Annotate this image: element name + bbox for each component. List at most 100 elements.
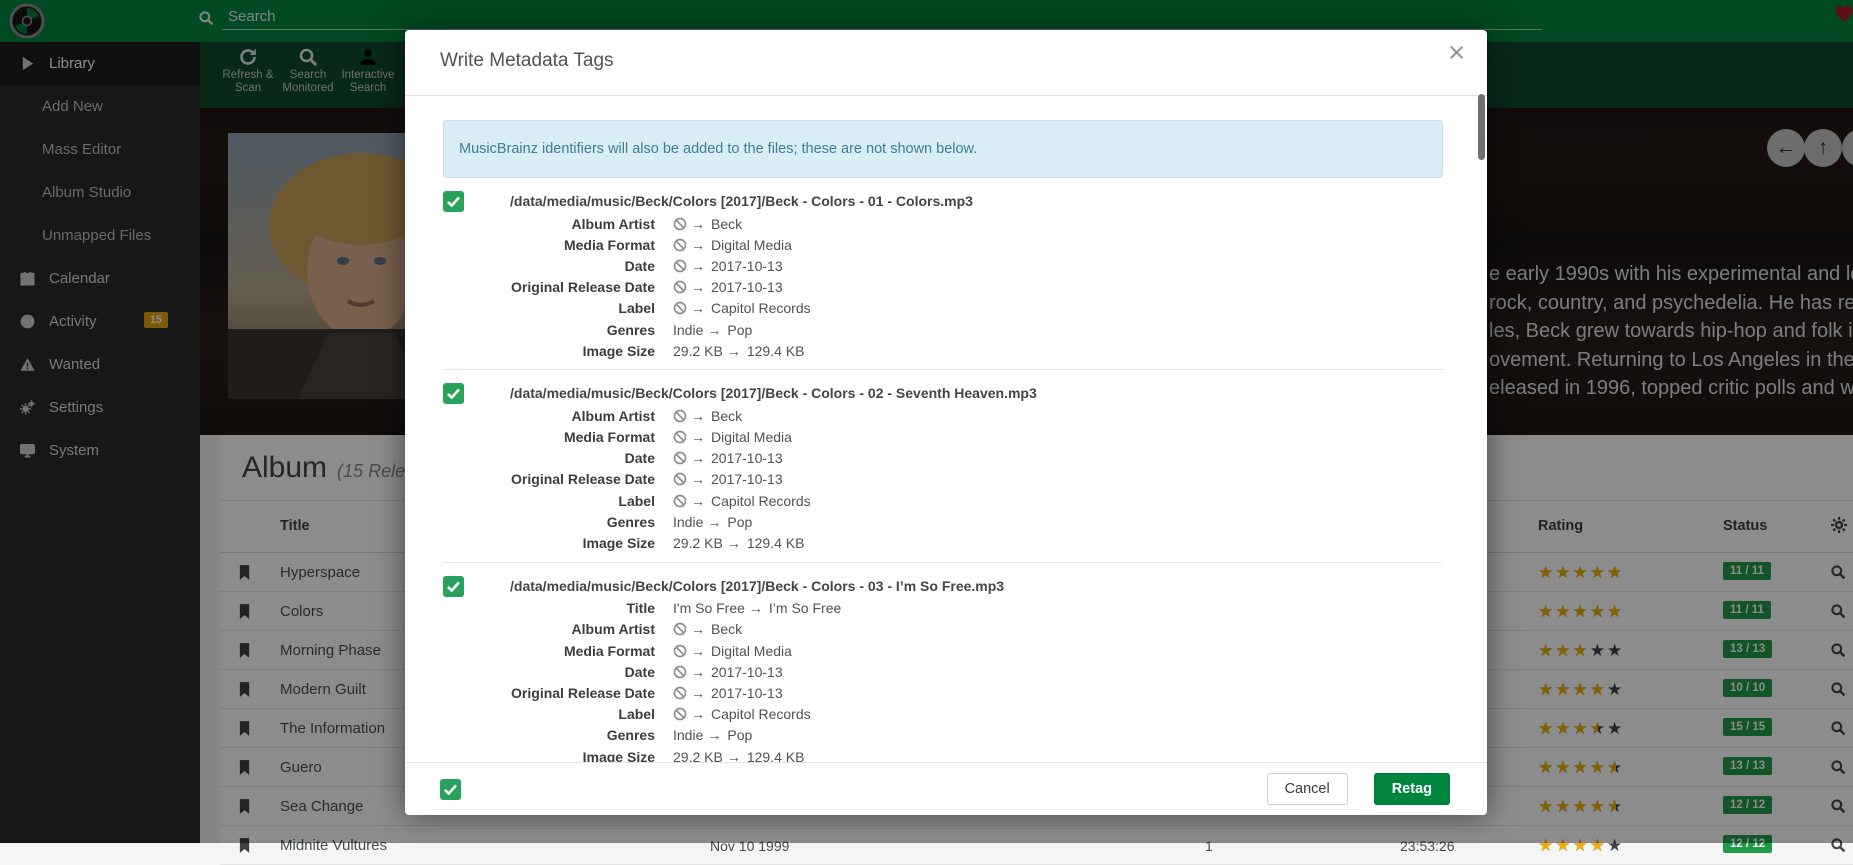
tag-change-row: Album Artist→Beck bbox=[443, 619, 1443, 640]
tag-label: Media Format bbox=[443, 643, 655, 659]
tag-change-row: Original Release Date→2017-10-13 bbox=[443, 682, 1443, 703]
tag-change-row: Album Artist →Beck bbox=[443, 405, 1443, 426]
new-value: Pop bbox=[727, 514, 752, 530]
new-value: 129.4 KB bbox=[747, 749, 805, 762]
close-icon[interactable]: × bbox=[1448, 39, 1465, 68]
tag-label: Album Artist bbox=[443, 408, 655, 424]
retag-button[interactable]: Retag bbox=[1374, 773, 1450, 805]
tag-change-row: Date →2017-10-13 bbox=[443, 661, 1443, 682]
old-value: 29.2 KB bbox=[673, 343, 723, 359]
tag-label: Album Artist bbox=[443, 216, 655, 232]
tag-label: Label bbox=[443, 493, 655, 509]
tag-value-change: →2017-10-13 bbox=[673, 471, 783, 487]
tag-value-change: Indie→Pop bbox=[673, 727, 752, 743]
tag-value-change: →Beck bbox=[673, 216, 742, 232]
tag-label: Image Size bbox=[443, 749, 655, 762]
tag-label: Date bbox=[443, 450, 655, 466]
tag-value-change: →Capitol Records bbox=[673, 300, 811, 316]
tag-value-change: →Digital Media bbox=[673, 643, 792, 659]
new-value: Capitol Records bbox=[711, 706, 811, 722]
file-checkbox[interactable] bbox=[443, 191, 464, 212]
tag-value-change: →2017-10-13 bbox=[673, 258, 783, 274]
file-checkbox[interactable] bbox=[443, 576, 464, 597]
tag-value-change: Indie→Pop bbox=[673, 322, 752, 338]
tag-value-change: 29.2 KB→129.4 KB bbox=[673, 535, 804, 551]
new-value: Pop bbox=[727, 727, 752, 743]
tag-label: Original Release Date bbox=[443, 471, 655, 487]
cancel-button[interactable]: Cancel bbox=[1267, 773, 1348, 805]
new-value: 129.4 KB bbox=[747, 535, 805, 551]
tag-value-change: →Beck bbox=[673, 621, 742, 637]
tag-change-row: Image Size29.2 KB→129.4 KB bbox=[443, 532, 1443, 553]
modal-footer: Cancel Retag bbox=[405, 762, 1487, 815]
tag-change-row: Media Format →Digital Media bbox=[443, 640, 1443, 661]
tag-value-change: →2017-10-13 bbox=[673, 450, 783, 466]
tag-change-row: Label →Capitol Records bbox=[443, 704, 1443, 725]
new-value: 2017-10-13 bbox=[711, 471, 783, 487]
modal-scrollbar-thumb[interactable] bbox=[1478, 94, 1485, 160]
file-checkbox[interactable] bbox=[443, 383, 464, 404]
new-value: 2017-10-13 bbox=[711, 258, 783, 274]
tag-value-change: →Beck bbox=[673, 408, 742, 424]
tag-label: Label bbox=[443, 706, 655, 722]
ban-icon bbox=[673, 644, 687, 658]
tag-label: Image Size bbox=[443, 343, 655, 359]
tag-label: Date bbox=[443, 664, 655, 680]
ban-icon bbox=[673, 451, 687, 465]
ban-icon bbox=[673, 665, 687, 679]
old-value: Indie bbox=[673, 727, 703, 743]
tag-change-row: Image Size 29.2 KB→129.4 KB bbox=[443, 340, 1443, 361]
tag-value-change: →2017-10-13 bbox=[673, 279, 783, 295]
new-value: 2017-10-13 bbox=[711, 279, 783, 295]
modal-title: Write Metadata Tags bbox=[440, 50, 614, 72]
tag-change-row: Media Format→Digital Media bbox=[443, 427, 1443, 448]
old-value: Indie bbox=[673, 514, 703, 530]
old-value: 29.2 KB bbox=[673, 535, 723, 551]
tag-change-row: Genres Indie→Pop bbox=[443, 511, 1443, 532]
new-value: I’m So Free bbox=[769, 600, 841, 616]
select-all-checkbox[interactable] bbox=[440, 779, 461, 800]
ban-icon bbox=[673, 238, 687, 252]
file-path: /data/media/music/Beck/Colors [2017]/Bec… bbox=[510, 193, 973, 209]
write-metadata-tags-modal: Write Metadata Tags × MusicBrainz identi… bbox=[405, 30, 1487, 815]
tag-value-change: →Capitol Records bbox=[673, 706, 811, 722]
ban-icon bbox=[673, 259, 687, 273]
modal-header: Write Metadata Tags × bbox=[405, 30, 1487, 96]
tag-label: Original Release Date bbox=[443, 279, 655, 295]
tag-label: Label bbox=[443, 300, 655, 316]
tag-value-change: 29.2 KB→129.4 KB bbox=[673, 749, 804, 762]
tag-value-change: →Capitol Records bbox=[673, 493, 811, 509]
new-value: Pop bbox=[727, 322, 752, 338]
new-value: Digital Media bbox=[711, 643, 792, 659]
tag-label: Genres bbox=[443, 514, 655, 530]
old-value: 29.2 KB bbox=[673, 749, 723, 762]
info-alert-text: MusicBrainz identifiers will also be add… bbox=[459, 141, 977, 157]
tag-value-change: Indie→Pop bbox=[673, 514, 752, 530]
tag-value-change: →Digital Media bbox=[673, 237, 792, 253]
ban-icon bbox=[673, 301, 687, 315]
modal-body: MusicBrainz identifiers will also be add… bbox=[405, 96, 1487, 762]
ban-icon bbox=[673, 494, 687, 508]
tag-label: Media Format bbox=[443, 429, 655, 445]
tag-change-row: Original Release Date →2017-10-13 bbox=[443, 469, 1443, 490]
new-value: Beck bbox=[711, 621, 742, 637]
new-value: Capitol Records bbox=[711, 300, 811, 316]
musicbrainz-info-alert: MusicBrainz identifiers will also be add… bbox=[443, 120, 1443, 178]
tag-value-change: 29.2 KB→129.4 KB bbox=[673, 343, 804, 359]
retag-file-block: /data/media/music/Beck/Colors [2017]/Bec… bbox=[443, 191, 1443, 361]
new-value: Capitol Records bbox=[711, 493, 811, 509]
tag-label: Title bbox=[443, 600, 655, 616]
new-value: 129.4 KB bbox=[747, 343, 805, 359]
file-path: /data/media/music/Beck/Colors [2017]/Bec… bbox=[510, 578, 1004, 594]
ban-icon bbox=[673, 430, 687, 444]
tag-label: Original Release Date bbox=[443, 685, 655, 701]
ban-icon bbox=[673, 707, 687, 721]
tag-value-change: →2017-10-13 bbox=[673, 664, 783, 680]
new-value: 2017-10-13 bbox=[711, 685, 783, 701]
tag-change-row: Album Artist →Beck bbox=[443, 213, 1443, 234]
new-value: 2017-10-13 bbox=[711, 450, 783, 466]
tag-value-change: I'm So Free→I’m So Free bbox=[673, 600, 841, 616]
tag-change-row: Original Release Date →2017-10-13 bbox=[443, 277, 1443, 298]
file-path: /data/media/music/Beck/Colors [2017]/Bec… bbox=[510, 385, 1037, 401]
tag-change-row: Date →2017-10-13 bbox=[443, 448, 1443, 469]
